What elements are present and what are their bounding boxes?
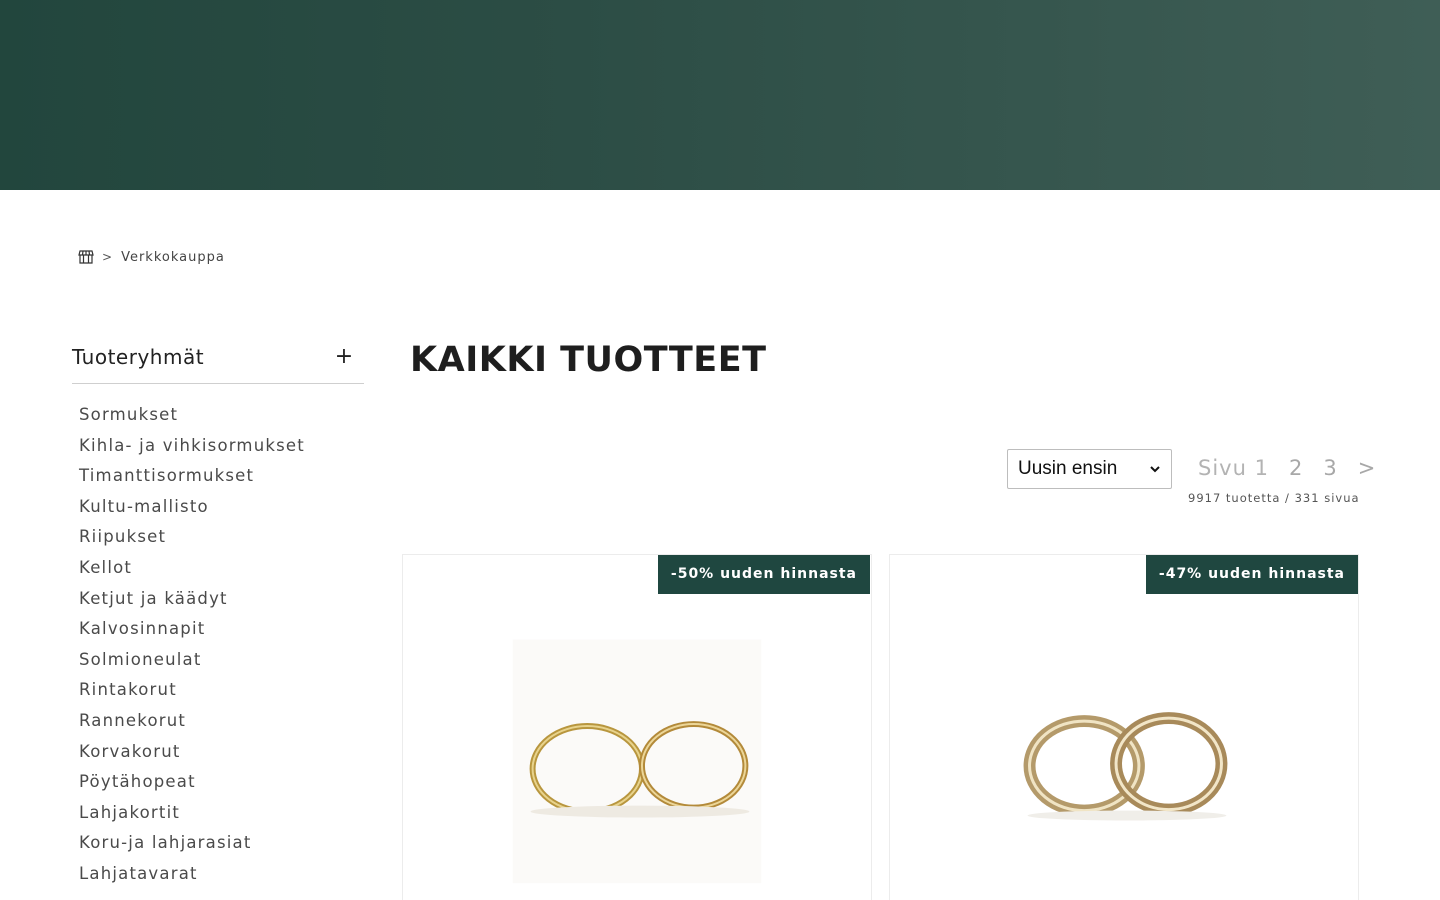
page-link[interactable]: 2 — [1289, 456, 1303, 480]
product-image — [512, 639, 762, 884]
category-item[interactable]: Rannekorut — [72, 706, 364, 737]
category-item[interactable]: Lahjakortit — [72, 798, 364, 829]
sort-select[interactable]: Uusin ensin — [1007, 449, 1172, 489]
category-sidebar: Tuoteryhmät + Sormukset Kihla- ja vihkis… — [72, 338, 364, 890]
breadcrumb: > Verkkokauppa — [78, 247, 225, 267]
category-item[interactable]: Riipukset — [72, 522, 364, 553]
breadcrumb-current[interactable]: Verkkokauppa — [121, 250, 225, 265]
category-item[interactable]: Kultu-mallisto — [72, 492, 364, 523]
pagination-current-number: 1 — [1254, 456, 1269, 480]
breadcrumb-separator: > — [102, 250, 114, 264]
product-count: 9917 tuotetta / 331 sivua — [1188, 491, 1360, 505]
pagination-current: Sivu 1 — [1198, 456, 1269, 480]
category-item[interactable]: Koru-ja lahjarasiat — [72, 828, 364, 859]
page-title: KAIKKI TUOTTEET — [410, 340, 767, 380]
category-item[interactable]: Rintakorut — [72, 675, 364, 706]
category-item[interactable]: Kalvosinnapit — [72, 614, 364, 645]
expand-toggle-icon[interactable]: + — [324, 344, 364, 369]
chevron-down-icon — [1150, 466, 1160, 473]
category-item[interactable]: Solmioneulat — [72, 645, 364, 676]
category-item[interactable]: Kellot — [72, 553, 364, 584]
product-card[interactable]: -47% uuden hinnasta — [889, 554, 1359, 900]
next-page-button[interactable]: > — [1358, 456, 1377, 480]
category-item[interactable]: Sormukset — [72, 400, 364, 431]
page-link[interactable]: 3 — [1323, 456, 1337, 480]
discount-badge: -47% uuden hinnasta — [1145, 555, 1358, 594]
hero-banner — [0, 0, 1440, 190]
category-list: Sormukset Kihla- ja vihkisormukset Timan… — [72, 400, 364, 890]
product-image — [1023, 712, 1228, 821]
category-item[interactable]: Timanttisormukset — [72, 461, 364, 492]
category-item[interactable]: Ketjut ja käädyt — [72, 584, 364, 615]
category-item[interactable]: Korvakorut — [72, 737, 364, 768]
pagination-label: Sivu — [1198, 456, 1247, 480]
category-item[interactable]: Pöytähopeat — [72, 767, 364, 798]
category-item[interactable]: Kihla- ja vihkisormukset — [72, 431, 364, 462]
sort-selected-value: Uusin ensin — [1018, 458, 1118, 479]
store-icon[interactable] — [78, 249, 94, 265]
product-card[interactable]: -50% uuden hinnasta — [402, 554, 872, 900]
pagination: Sivu 1 2 3 > — [1198, 452, 1376, 484]
discount-badge: -50% uuden hinnasta — [657, 555, 870, 594]
sidebar-header[interactable]: Tuoteryhmät + — [72, 338, 364, 384]
sidebar-title: Tuoteryhmät — [72, 344, 205, 369]
category-item[interactable]: Lahjatavarat — [72, 859, 364, 890]
